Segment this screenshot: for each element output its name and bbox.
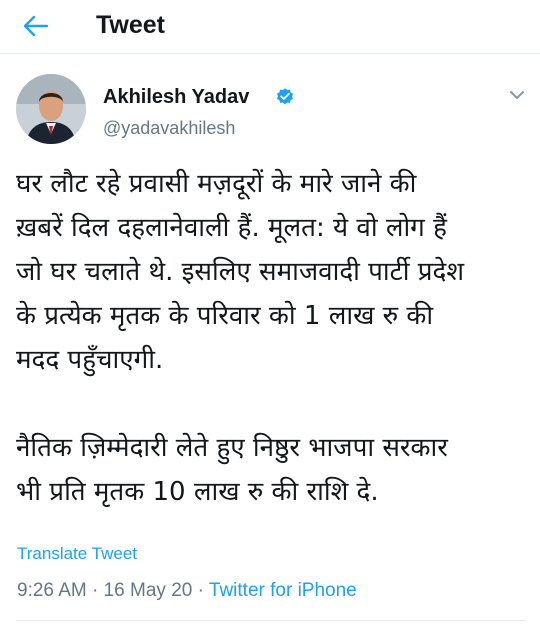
verified-badge-icon [277, 88, 293, 105]
tweet-metadata: 9:26 AM · 16 May 20 · Twitter for iPhone [17, 580, 357, 602]
tweet-author: Akhilesh Yadav @yadavakhilesh [16, 74, 526, 144]
page-title: Tweet [96, 11, 165, 39]
tweet-line: ख़बरें दिल दहलानेवाली हैं. मूलत: ये वो ल… [16, 213, 447, 243]
author-handle[interactable]: @yadavakhilesh [103, 118, 235, 139]
meta-separator: · [86, 580, 104, 601]
back-button[interactable] [18, 10, 54, 42]
tweet-time: 9:26 AM [17, 580, 87, 601]
tweet-line: घर लौट रहे प्रवासी मज़दूरों के मारे जाने… [16, 169, 417, 199]
translate-tweet-link[interactable]: Translate Tweet [17, 544, 137, 564]
meta-separator: · [192, 580, 209, 601]
avatar-photo [16, 74, 86, 144]
avatar[interactable] [16, 74, 86, 144]
author-name[interactable]: Akhilesh Yadav [103, 86, 249, 109]
tweet-date: 16 May 20 [103, 580, 193, 601]
tweet-source-link[interactable]: Twitter for iPhone [209, 580, 357, 601]
tweet-line: जो घर चलाते थे. इसलिए समाजवादी पार्टी प्… [16, 257, 465, 287]
tweet-text: घर लौट रहे प्रवासी मज़दूरों के मारे जाने… [16, 162, 526, 514]
divider [16, 620, 526, 621]
tweet-line: मदद पहुँचाएगी. [16, 345, 164, 375]
arrow-left-icon [23, 15, 49, 37]
tweet-line: के प्रत्येक मृतक के परिवार को 1 लाख रु क… [16, 301, 434, 331]
tweet-line: भी प्रति मृतक 10 लाख रु की राशि दे. [16, 477, 379, 507]
chevron-down-icon[interactable] [508, 88, 526, 102]
top-app-bar: Tweet [0, 0, 540, 54]
tweet-line: नैतिक ज़िम्मेदारी लेते हुए निष्ठुर भाजपा… [16, 433, 448, 463]
